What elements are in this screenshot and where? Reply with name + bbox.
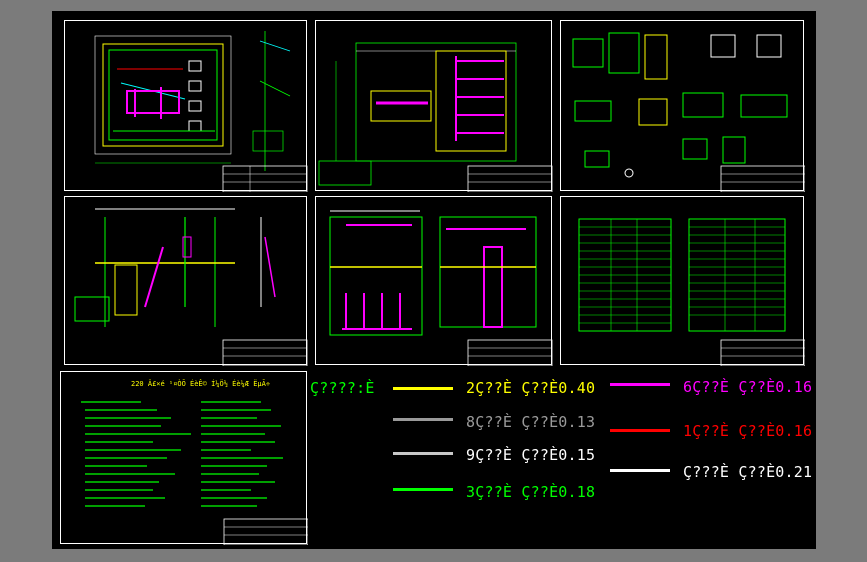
sheet-section-a[interactable] xyxy=(64,196,308,366)
legend-swatch-green xyxy=(393,488,453,491)
notes-text-lines xyxy=(81,401,308,545)
legend-label-green: 3Ç??È Ç??È0.18 xyxy=(466,483,596,501)
sheet-details[interactable] xyxy=(560,20,805,192)
line-legend: Ç????:È 2Ç??È Ç??È0.40 8Ç??È Ç??È0.13 9Ç… xyxy=(307,371,816,549)
legend-swatch-gray9 xyxy=(393,452,453,455)
floor-plan-drawing xyxy=(94,31,308,192)
legend-title: Ç????:È xyxy=(310,379,375,397)
legend-label-yellow: 2Ç??È Ç??È0.40 xyxy=(466,379,596,397)
section-a-drawing xyxy=(74,208,308,366)
piping-plan-drawing xyxy=(318,42,553,192)
legend-label-gray8: 8Ç??È Ç??È0.13 xyxy=(466,413,596,431)
sheet-piping-plan[interactable] xyxy=(315,20,553,192)
sheet-floor-plan[interactable] xyxy=(64,20,308,192)
details-drawing xyxy=(572,32,805,192)
equipment-tables-drawing xyxy=(578,218,805,366)
legend-swatch-gray8 xyxy=(393,418,453,421)
legend-swatch-white xyxy=(610,469,670,472)
legend-swatch-yellow xyxy=(393,387,453,390)
legend-label-magenta: 6Ç??È Ç??È0.16 xyxy=(683,378,813,396)
drawing-canvas[interactable]: 220 Ä£×é ¹¤ÒÕ ÉèÊ© Í¼Ö½ Éè¼Æ ËµÃ÷ Ç????:… xyxy=(52,11,816,549)
legend-label-gray9: 9Ç??È Ç??È0.15 xyxy=(466,446,596,464)
section-b-drawing xyxy=(329,210,553,366)
legend-swatch-magenta xyxy=(610,383,670,386)
legend-swatch-red xyxy=(610,429,670,432)
sheet-equipment-tables[interactable] xyxy=(560,196,805,366)
sheet-design-notes[interactable]: 220 Ä£×é ¹¤ÒÕ ÉèÊ© Í¼Ö½ Éè¼Æ ËµÃ÷ xyxy=(60,371,308,545)
legend-label-red: 1Ç??È Ç??È0.16 xyxy=(683,422,813,440)
sheet-section-b[interactable] xyxy=(315,196,553,366)
legend-label-white: Ç???È Ç??È0.21 xyxy=(683,463,813,481)
